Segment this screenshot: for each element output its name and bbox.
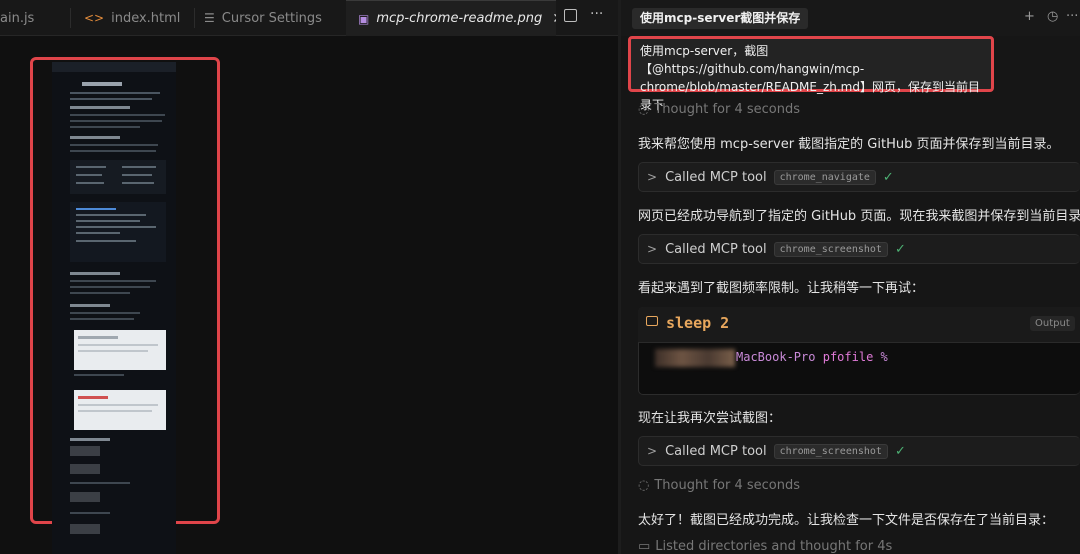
- history-icon[interactable]: ◷: [1047, 9, 1058, 24]
- prompt-symbol: %: [880, 350, 888, 364]
- tab-separator: [194, 8, 195, 28]
- tool-name-chip: chrome_screenshot: [773, 443, 888, 459]
- close-icon[interactable]: ✕: [552, 11, 556, 27]
- prompt-host: MacBook-Pro: [736, 350, 816, 364]
- tool-call-label: Called MCP tool: [665, 443, 767, 459]
- code-icon: <>: [84, 11, 105, 25]
- mcp-tool-call[interactable]: > Called MCP tool chrome_navigate ✓: [638, 162, 1080, 192]
- thought-label: Thought for 4 seconds: [654, 102, 800, 117]
- tab-index-html[interactable]: <> index.html: [84, 0, 194, 36]
- check-icon: ✓: [894, 443, 906, 459]
- assistant-paragraph: 看起来遇到了截图频率限制。让我稍等一下再试：: [638, 281, 925, 296]
- chevron-right-icon: >: [647, 242, 658, 256]
- more-icon[interactable]: ···: [590, 6, 603, 22]
- tab-cursor-settings[interactable]: ☰ Cursor Settings: [204, 0, 344, 36]
- chevron-right-icon: >: [647, 444, 658, 458]
- new-chat-icon[interactable]: +: [1024, 9, 1035, 24]
- thought-icon: ◌: [638, 478, 650, 493]
- tool-call-label: Called MCP tool: [665, 241, 767, 257]
- tab-separator: [70, 8, 71, 28]
- gear-icon: ☰: [204, 11, 215, 25]
- tool-call-label: Called MCP tool: [665, 169, 767, 185]
- tool-name-chip: chrome_navigate: [773, 169, 876, 185]
- assistant-paragraph: 我来帮您使用 mcp-server 截图指定的 GitHub 页面并保存到当前目…: [638, 137, 1060, 152]
- chevron-right-icon: >: [647, 170, 658, 184]
- chat-title-tab[interactable]: 使用mcp-server截图并保存: [632, 8, 809, 29]
- tab-label: index.html: [111, 10, 181, 26]
- thought-label: Thought for 4 seconds: [654, 478, 800, 493]
- mcp-tool-call[interactable]: > Called MCP tool chrome_screenshot ✓: [638, 234, 1080, 264]
- assistant-paragraph: 太好了！截图已经成功完成。让我检查一下文件是否保存在了当前目录：: [638, 513, 1055, 528]
- split-editor-icon[interactable]: [564, 9, 577, 22]
- readme-screenshot-preview: [52, 62, 176, 554]
- image-icon: ▣: [358, 11, 370, 26]
- redacted-username: [655, 349, 735, 367]
- terminal-prompt: MacBook-Pro pfofile %: [736, 350, 888, 364]
- tab-label: ain.js: [0, 10, 35, 26]
- assistant-paragraph: 网页已经成功导航到了指定的 GitHub 页面。现在我来截图并保存到当前目录：: [638, 209, 1080, 224]
- more-icon[interactable]: ···: [1066, 9, 1078, 24]
- prompt-dir: pfofile: [822, 350, 874, 364]
- thought-summary[interactable]: ◌ Thought for 4 seconds: [638, 102, 800, 117]
- tab-main-js[interactable]: ain.js: [0, 0, 60, 36]
- folder-icon: ▭: [638, 539, 651, 554]
- terminal-icon: [646, 316, 658, 326]
- terminal-command: sleep 2: [666, 314, 730, 332]
- assistant-paragraph: 现在让我再次尝试截图：: [638, 411, 782, 426]
- tab-label: Cursor Settings: [221, 10, 322, 26]
- tab-label: mcp-chrome-readme.png: [376, 11, 543, 26]
- listed-directories[interactable]: ▭ Listed directories and thought for 4s: [638, 539, 892, 554]
- listed-label: Listed directories and thought for 4s: [655, 539, 893, 554]
- tab-mcp-chrome-readme[interactable]: ▣ mcp-chrome-readme.png ✕: [346, 0, 556, 36]
- check-icon: ✓: [894, 241, 906, 257]
- check-icon: ✓: [882, 169, 894, 185]
- tool-name-chip: chrome_screenshot: [773, 241, 888, 257]
- output-badge[interactable]: Output: [1030, 316, 1075, 331]
- thought-summary[interactable]: ◌ Thought for 4 seconds: [638, 478, 800, 493]
- mcp-tool-call[interactable]: > Called MCP tool chrome_screenshot ✓: [638, 436, 1080, 466]
- thought-icon: ◌: [638, 102, 650, 117]
